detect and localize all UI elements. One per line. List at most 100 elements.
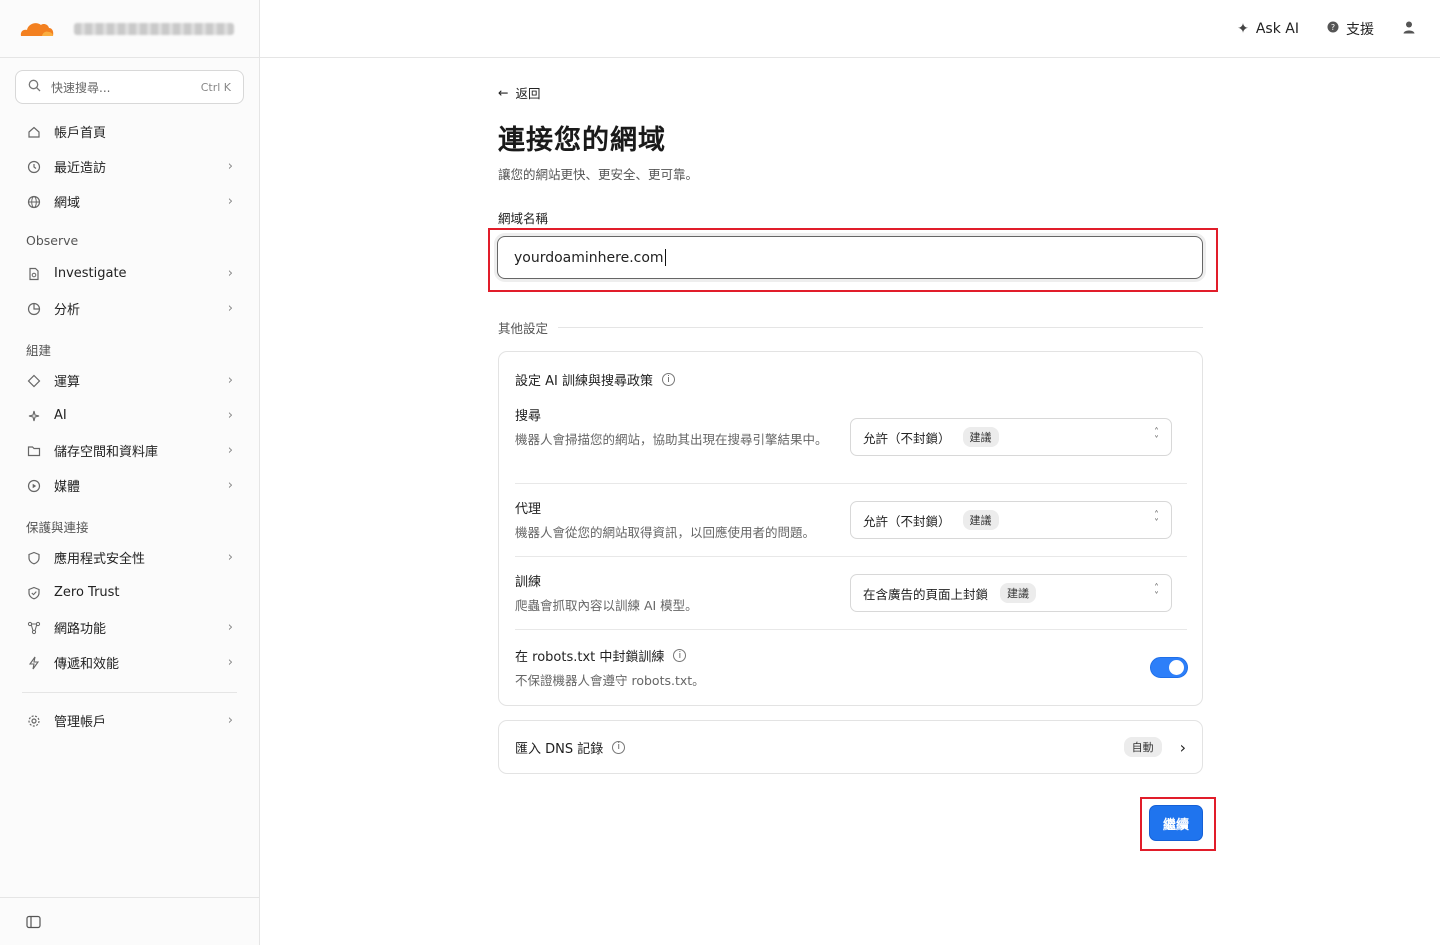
search-policy-desc: 機器人會掃描您的網站，協助其出現在搜尋引擎結果中。 <box>515 432 828 447</box>
sidebar-item-storage[interactable]: 儲存空間和資料庫 › <box>0 433 259 468</box>
sidebar-item-recent[interactable]: 最近造訪 › <box>0 149 259 184</box>
sidebar-item-label: 運算 <box>54 375 81 390</box>
train-policy-desc: 爬蟲會抓取內容以訓練 AI 模型。 <box>515 598 698 613</box>
highlight-box-domain <box>488 228 1218 292</box>
quick-search-input[interactable]: 快速搜尋... Ctrl K <box>15 70 244 104</box>
sidebar-item-label: 傳遞和效能 <box>54 657 120 672</box>
page-title: 連接您的網域 <box>498 125 666 156</box>
arrow-left-icon: ← <box>498 85 509 100</box>
train-policy-value: 在含廣告的頁面上封鎖 <box>863 586 989 602</box>
sidebar-item-label: 管理帳戶 <box>54 715 107 730</box>
sidebar-item-compute[interactable]: 運算 › <box>0 363 259 398</box>
agent-policy-desc: 機器人會從您的網站取得資訊，以回應使用者的問題。 <box>515 525 816 540</box>
row-divider <box>515 483 1187 484</box>
sidebar-item-label: AI <box>54 408 67 423</box>
chevron-right-icon: › <box>227 713 233 728</box>
sparkle-icon <box>26 408 42 424</box>
robots-policy-title: 在 robots.txt 中封鎖訓練 i <box>515 646 1187 665</box>
clock-icon <box>26 159 42 175</box>
cloudflare-logo-icon[interactable] <box>18 20 54 38</box>
user-menu-button[interactable] <box>1402 20 1416 38</box>
back-link[interactable]: ← 返回 <box>498 83 541 102</box>
section-build: 組建 <box>26 343 52 358</box>
folder-icon <box>26 443 42 459</box>
sidebar-item-delivery[interactable]: 傳遞和效能 › <box>0 645 259 680</box>
search-policy-value: 允許（不封鎖） <box>863 430 951 446</box>
diamond-icon <box>26 373 42 389</box>
chevron-right-icon: › <box>227 620 233 635</box>
other-settings-label: 其他設定 <box>498 321 549 336</box>
support-button[interactable]: ? 支援 <box>1327 19 1374 39</box>
svg-text:?: ? <box>1331 23 1335 32</box>
import-dns-row[interactable]: 匯入 DNS 記錄 i 自動 › <box>498 720 1203 774</box>
pie-chart-icon <box>26 301 42 317</box>
sidebar-item-label: Zero Trust <box>54 585 120 600</box>
play-circle-icon <box>26 478 42 494</box>
info-icon[interactable]: i <box>662 373 675 386</box>
network-icon <box>26 620 42 636</box>
sidebar-item-network[interactable]: 網路功能 › <box>0 610 259 645</box>
chevron-updown-icon: ˄ ˅ <box>1154 427 1159 446</box>
sidebar-item-label: 帳戶首頁 <box>54 126 107 141</box>
sidebar-item-analytics[interactable]: 分析 › <box>0 291 259 326</box>
ai-policy-card: 設定 AI 訓練與搜尋政策 i 搜尋 機器人會掃描您的網站，協助其出現在搜尋引擎結… <box>498 351 1203 706</box>
section-protect: 保護與連接 <box>26 520 89 535</box>
search-policy-select[interactable]: 允許（不封鎖） 建議 ˄ ˅ <box>850 418 1172 456</box>
sidebar-item-manage-account[interactable]: 管理帳戶 › <box>0 703 259 738</box>
document-search-icon <box>26 266 42 282</box>
help-circle-icon: ? <box>1327 21 1339 37</box>
sidebar-item-label: 儲存空間和資料庫 <box>54 445 159 460</box>
sidebar-footer <box>0 897 259 945</box>
account-name[interactable] <box>74 22 234 35</box>
row-divider <box>515 556 1187 557</box>
chevron-right-icon: › <box>227 266 233 281</box>
shield-check-icon <box>26 585 42 601</box>
other-settings-divider: 其他設定 <box>498 318 1203 337</box>
highlight-box-continue <box>1140 797 1216 851</box>
home-icon <box>26 124 42 140</box>
robots-block-toggle[interactable] <box>1150 657 1188 678</box>
sidebar-item-label: 網域 <box>54 196 81 211</box>
chevron-right-icon: › <box>1179 737 1186 757</box>
recommended-badge: 建議 <box>962 510 999 530</box>
info-icon[interactable]: i <box>612 740 626 754</box>
toggle-knob <box>1169 660 1184 675</box>
sidebar-header <box>0 0 259 58</box>
sidebar-item-zero-trust[interactable]: Zero Trust <box>0 575 259 610</box>
chevron-right-icon: › <box>227 159 233 174</box>
ai-policy-title-text: 設定 AI 訓練與搜尋政策 <box>515 374 653 389</box>
sidebar-item-account-home[interactable]: 帳戶首頁 <box>0 114 259 149</box>
chevron-right-icon: › <box>227 443 233 458</box>
recommended-badge: 建議 <box>962 427 999 447</box>
chevron-right-icon: › <box>227 194 233 209</box>
sidebar-item-domains[interactable]: 網域 › <box>0 184 259 219</box>
robots-policy-row: 在 robots.txt 中封鎖訓練 i 不保證機器人會遵守 robots.txt… <box>515 646 1187 691</box>
page-subtitle: 讓您的網站更快、更安全、更可靠。 <box>498 167 699 182</box>
robots-policy-title-text: 在 robots.txt 中封鎖訓練 <box>515 650 665 665</box>
chevron-right-icon: › <box>227 373 233 388</box>
domain-field-label: 網域名稱 <box>498 211 549 226</box>
ask-ai-button[interactable]: ✦ Ask AI <box>1237 21 1299 37</box>
train-policy-select[interactable]: 在含廣告的頁面上封鎖 建議 ˄ ˅ <box>850 574 1172 612</box>
sidebar-item-app-security[interactable]: 應用程式安全性 › <box>0 540 259 575</box>
agent-policy-value: 允許（不封鎖） <box>863 513 951 529</box>
sidebar-item-media[interactable]: 媒體 › <box>0 468 259 503</box>
ai-policy-title: 設定 AI 訓練與搜尋政策 i <box>515 370 675 389</box>
agent-policy-select[interactable]: 允許（不封鎖） 建議 ˄ ˅ <box>850 501 1172 539</box>
chevron-right-icon: › <box>227 655 233 670</box>
sidebar-item-investigate[interactable]: Investigate › <box>0 256 259 291</box>
sidebar-divider <box>22 692 237 693</box>
chevron-right-icon: › <box>227 550 233 565</box>
info-icon[interactable]: i <box>673 649 687 662</box>
sidebar-item-ai[interactable]: AI › <box>0 398 259 433</box>
chevron-right-icon: › <box>227 408 233 423</box>
support-label: 支援 <box>1346 21 1374 38</box>
gear-icon <box>26 713 42 729</box>
robots-policy-desc: 不保證機器人會遵守 robots.txt。 <box>515 673 705 688</box>
shield-icon <box>26 550 42 566</box>
sparkle-icon: ✦ <box>1237 20 1249 37</box>
sidebar: 快速搜尋... Ctrl K 帳戶首頁 最近造訪 › 網域 › Observe In… <box>0 0 260 945</box>
search-placeholder: 快速搜尋... <box>51 80 111 95</box>
chevron-updown-icon: ˄ ˅ <box>1154 510 1159 529</box>
sidebar-toggle-icon[interactable] <box>26 914 41 933</box>
